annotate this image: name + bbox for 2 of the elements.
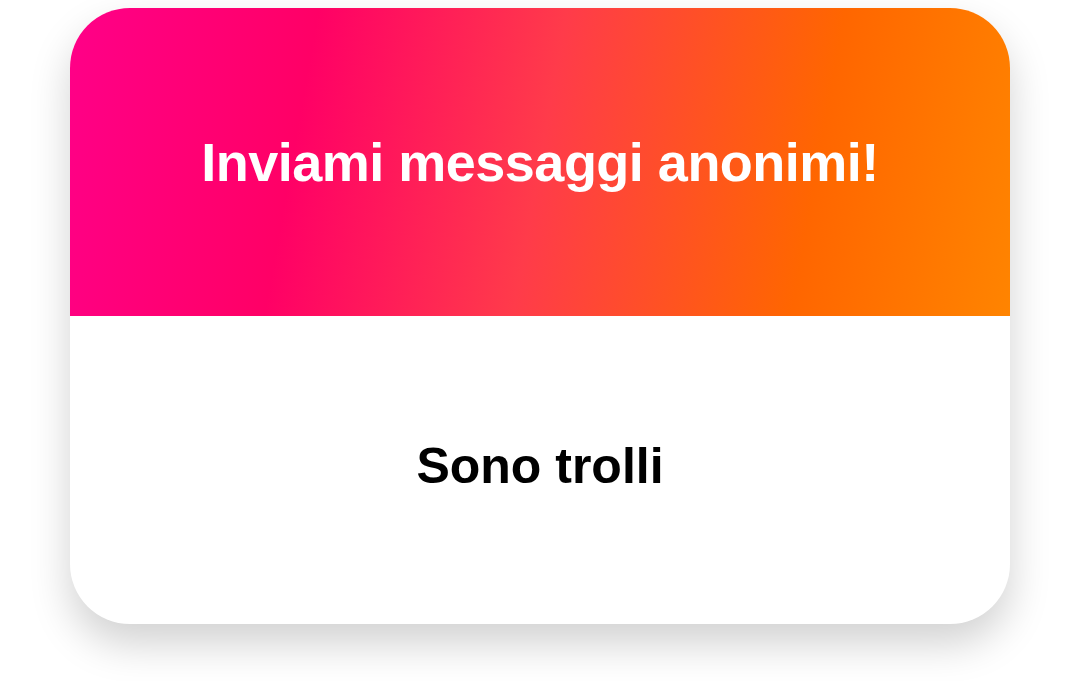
- message-text: Sono trolli: [416, 437, 664, 495]
- card-title: Inviami messaggi anonimi!: [201, 131, 879, 193]
